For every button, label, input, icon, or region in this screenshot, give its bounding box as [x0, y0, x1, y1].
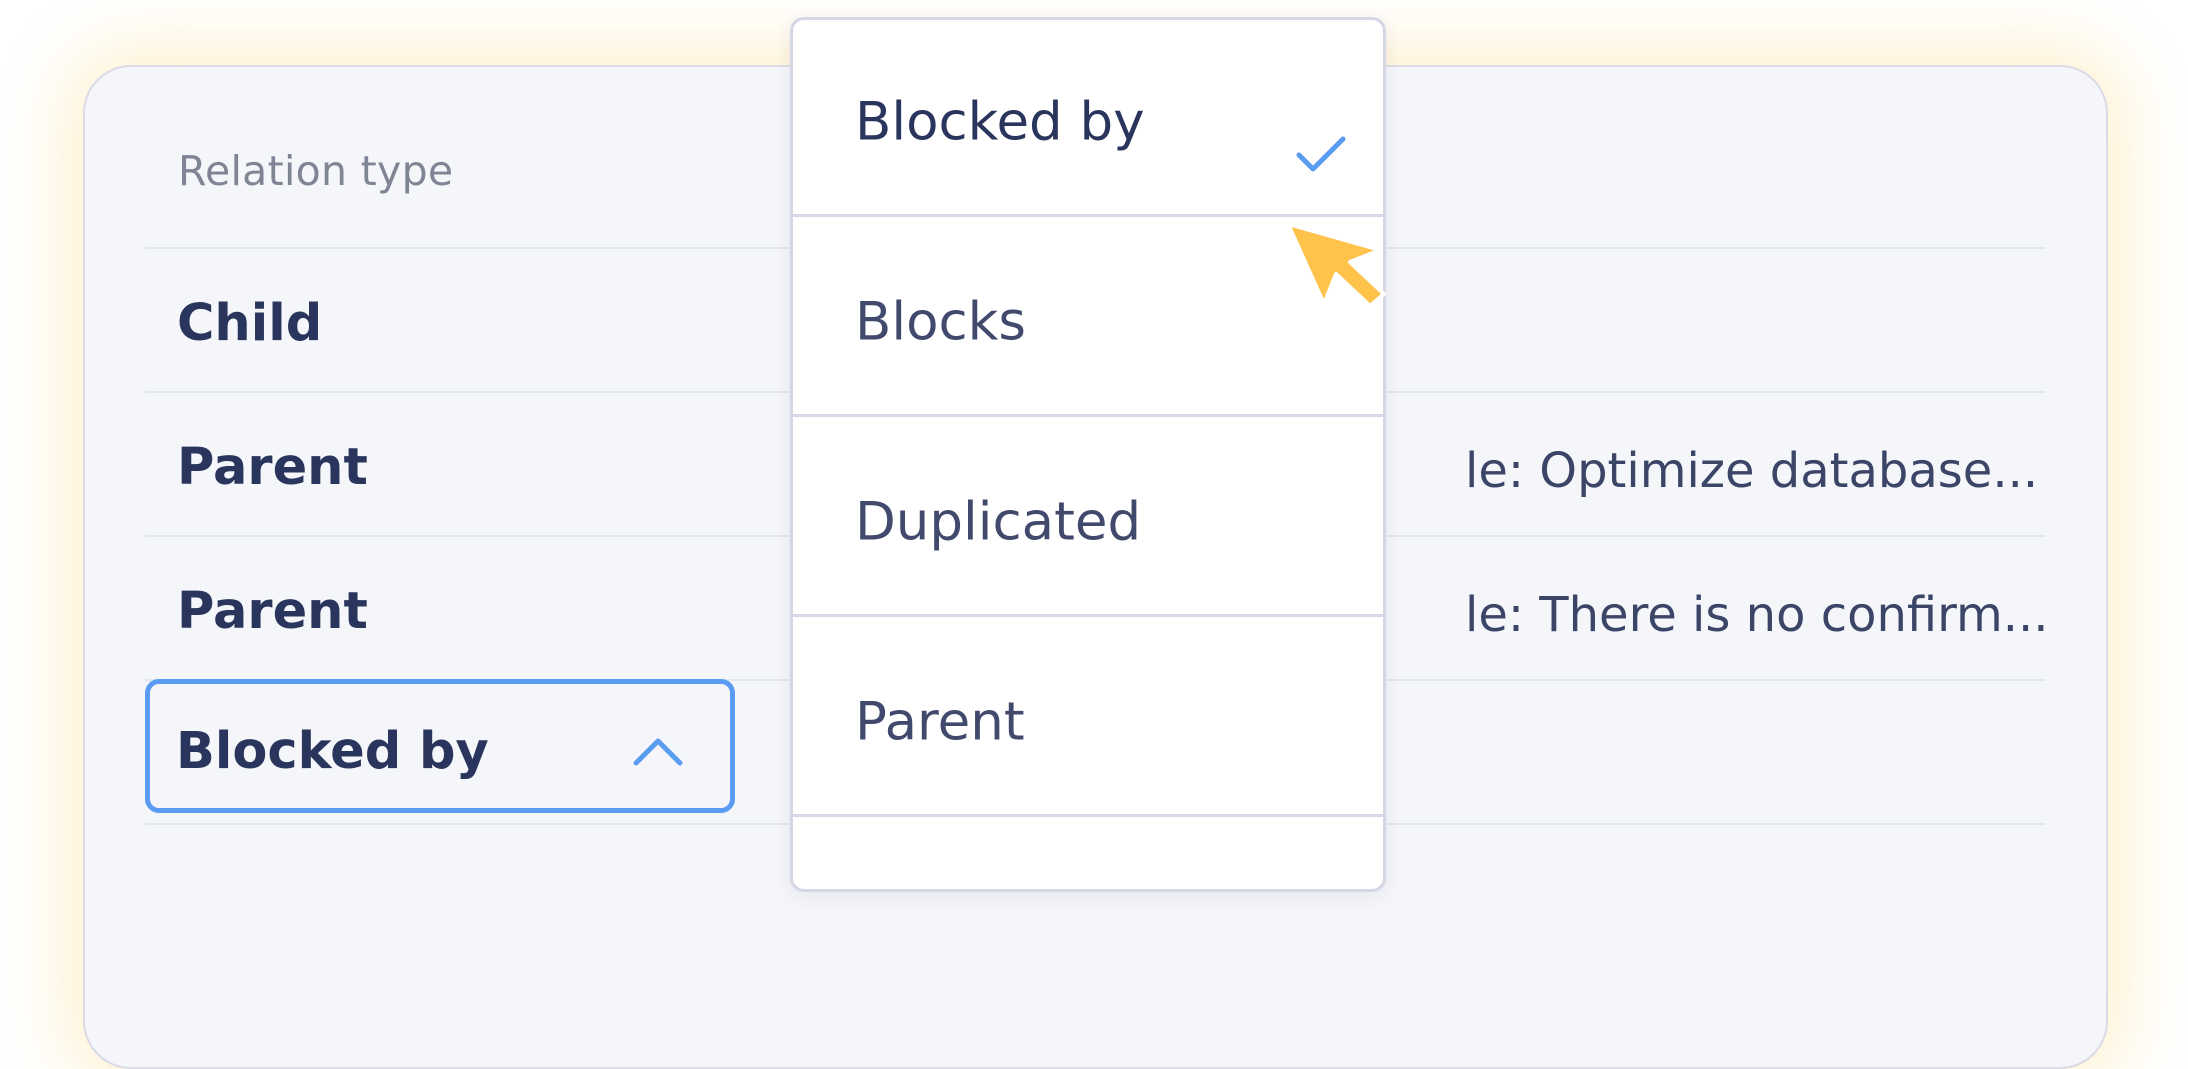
linked-item-title: le: There is no confirm... [1465, 587, 2049, 643]
dropdown-option-label: Parent [855, 691, 1025, 753]
dropdown-option-label: Blocks [855, 291, 1026, 353]
dropdown-option-label: Duplicated [855, 491, 1142, 553]
mouse-pointer-icon [1286, 222, 1386, 308]
check-icon [1296, 136, 1346, 172]
dropdown-option-blocked-by[interactable]: Blocked by [793, 20, 1383, 217]
relation-type-dropdown: Blocked by Blocks Duplicated Parent [790, 17, 1386, 892]
chevron-up-icon[interactable] [630, 730, 686, 770]
relation-type-label: Parent [177, 438, 368, 497]
relation-type-label: Child [177, 294, 323, 353]
relation-type-select-value: Blocked by [176, 722, 489, 781]
relation-type-select[interactable]: Blocked by [145, 679, 735, 813]
dropdown-option-label: Blocked by [855, 91, 1145, 153]
relation-type-label: Parent [177, 582, 368, 641]
dropdown-option-duplicated[interactable]: Duplicated [793, 420, 1383, 617]
dropdown-option-more[interactable] [793, 820, 1383, 889]
linked-item-title: le: Optimize database... [1465, 443, 2039, 499]
dropdown-option-parent[interactable]: Parent [793, 620, 1383, 817]
column-header-relation-type: Relation type [178, 147, 454, 195]
